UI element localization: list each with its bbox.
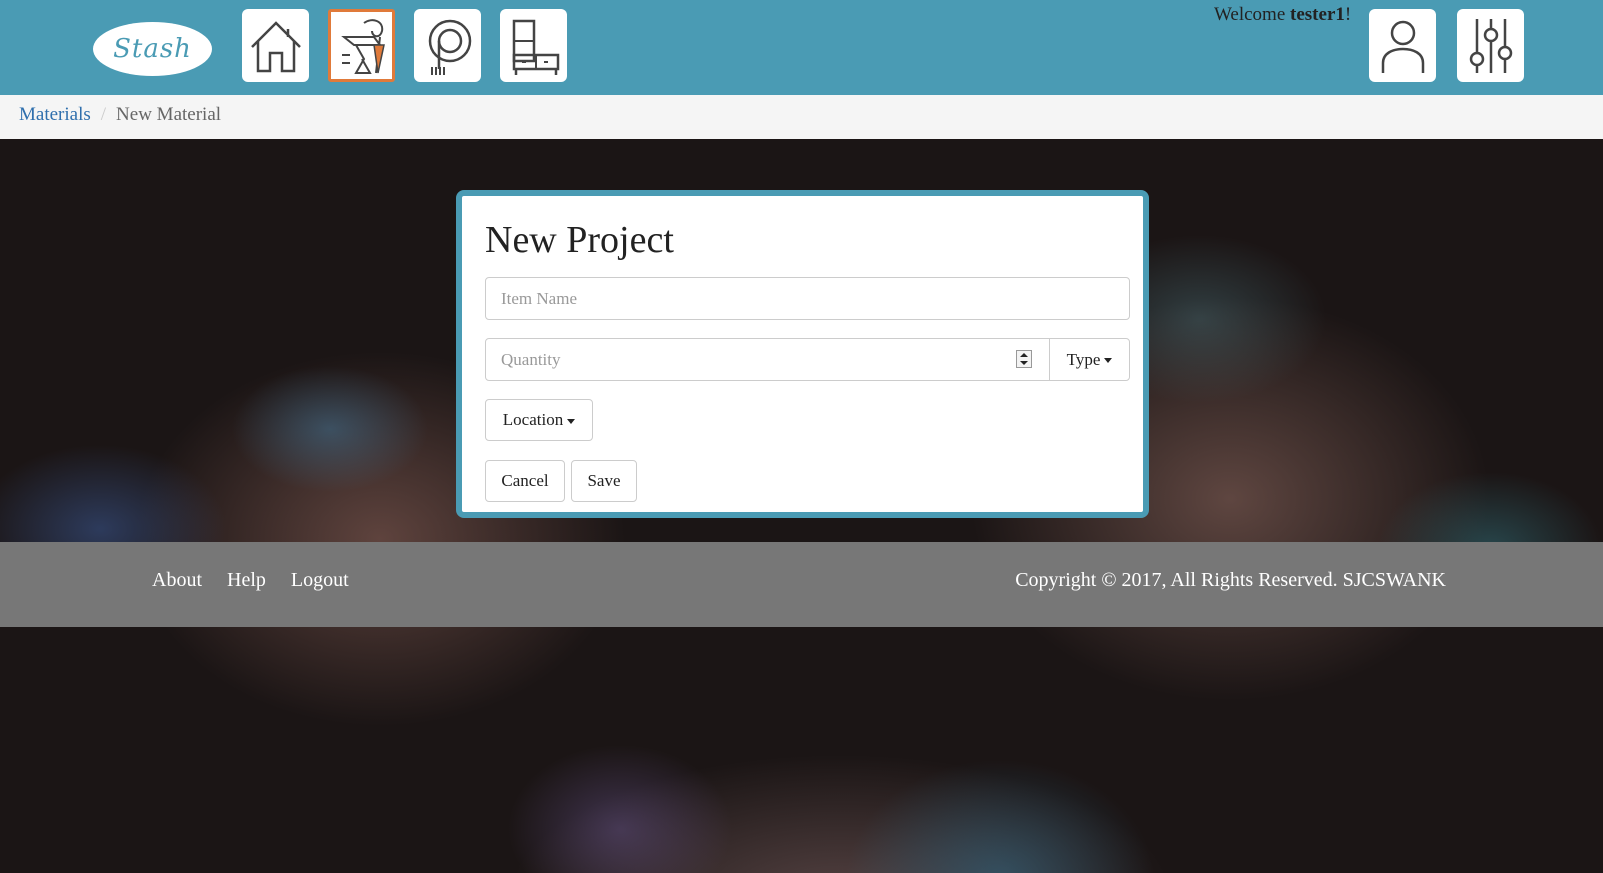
nav-home-button[interactable] [242,9,309,82]
welcome-prefix: Welcome [1214,4,1291,25]
caret-down-icon [567,418,576,424]
save-button[interactable]: Save [571,460,637,502]
profile-button[interactable] [1369,9,1436,82]
caret-down-icon [1104,358,1113,364]
welcome-message: Welcome tester1! [1214,4,1351,26]
cancel-button[interactable]: Cancel [485,460,565,502]
nav-projects-button[interactable] [414,9,481,82]
cabinet-icon [512,19,559,75]
location-label: Location [502,410,564,429]
breadcrumb: Materials / New Material [0,95,1603,139]
username: tester1 [1290,4,1345,25]
quantity-input-group: Type [485,338,1130,381]
stepper-up-icon[interactable] [1020,353,1028,357]
page-title: New Project [485,219,674,261]
type-label: Type [1066,349,1101,369]
stash-logo[interactable]: Stash [93,22,212,76]
copyright-text: Copyright © 2017, All Rights Reserved. S… [1015,569,1446,591]
settings-button[interactable] [1457,9,1524,82]
quantity-input[interactable] [486,339,1016,380]
breadcrumb-separator: / [100,104,107,125]
user-icon [1381,20,1424,73]
footer-logout-link[interactable]: Logout [291,569,349,592]
welcome-suffix: ! [1344,4,1352,25]
breadcrumb-current: New Material [116,104,222,125]
new-item-form-panel: New Project Type Location Cancel Save [456,190,1149,518]
nav-materials-button[interactable] [328,9,395,82]
type-dropdown-button[interactable]: Type [1049,339,1129,380]
item-name-input[interactable] [485,277,1130,320]
logo-text: Stash [113,34,192,64]
quantity-stepper[interactable] [1016,350,1032,368]
sewing-tools-icon [340,18,385,74]
footer-help-link[interactable]: Help [227,569,266,592]
home-icon [250,20,301,72]
footer-about-link[interactable]: About [152,569,202,592]
breadcrumb-materials-link[interactable]: Materials [19,104,91,126]
footer: About Help Logout Copyright © 2017, All … [0,542,1603,627]
stepper-down-icon[interactable] [1020,361,1028,365]
location-dropdown-button[interactable]: Location [485,399,593,441]
top-nav-bar: Stash Welcome tester1! [0,0,1603,95]
settings-sliders-icon [1469,18,1512,73]
project-icon [428,19,471,75]
nav-storage-button[interactable] [500,9,567,82]
